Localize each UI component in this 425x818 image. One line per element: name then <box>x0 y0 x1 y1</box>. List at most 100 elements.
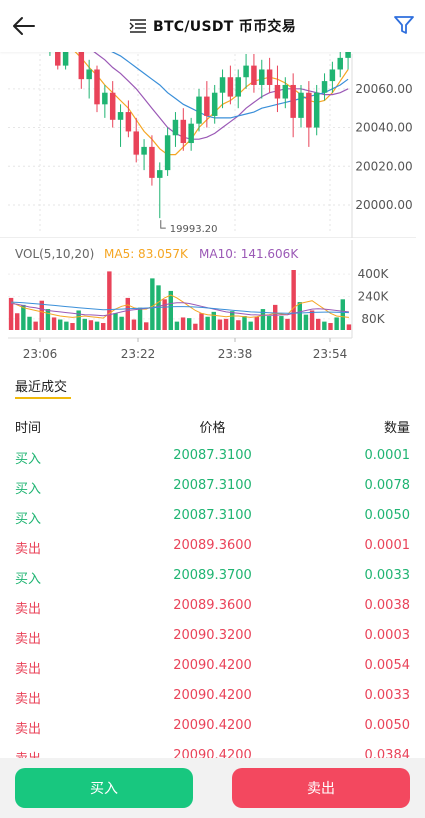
recent-trades-tab[interactable]: 最近成交 <box>15 376 67 395</box>
volume-bar <box>248 321 253 330</box>
volume-bar <box>70 323 75 330</box>
table-row: 卖出 20089.3600 0.0038 <box>0 590 425 620</box>
volume-bar <box>316 318 321 330</box>
trade-qty: 0.0050 <box>364 508 411 523</box>
volume-axis-label: 400K <box>358 267 390 281</box>
time-axis-label: 23:22 <box>121 347 156 361</box>
volume-bar <box>51 317 57 330</box>
volume-bar <box>254 316 259 330</box>
table-row: 卖出 20090.4200 0.0054 <box>0 650 425 680</box>
volume-bar <box>205 316 210 330</box>
volume-legend-ma5: MA5: 83.057K <box>104 247 189 261</box>
volume-bar <box>45 309 51 330</box>
trades-list[interactable]: 买入 20087.3100 0.0001 买入 20087.3100 0.0078 买入 20… <box>0 440 425 758</box>
volume-bar <box>33 321 38 330</box>
page-title: BTC/USDT 币币交易 <box>152 19 296 35</box>
volume-bar <box>223 318 229 330</box>
volume-bar <box>279 316 284 330</box>
volume-bar <box>168 290 173 330</box>
trade-qty: 0.0050 <box>364 718 411 733</box>
trade-qty: 0.0384 <box>364 748 411 758</box>
volume-bar <box>21 304 26 330</box>
time-axis-label: 23:54 <box>313 347 348 361</box>
column-header-price: 价格 <box>199 421 226 436</box>
volume-bar <box>27 316 32 330</box>
trade-price: 20090.4200 <box>173 658 252 673</box>
trade-price: 20087.3100 <box>173 508 252 523</box>
trade-qty: 0.0033 <box>364 568 411 583</box>
volume-bar <box>113 313 118 330</box>
sell-button[interactable]: 卖出 <box>232 768 410 808</box>
trade-qty: 0.0038 <box>364 598 411 613</box>
volume-bar <box>187 318 192 330</box>
tab-indicator <box>15 397 71 399</box>
trade-price: 20090.3200 <box>173 628 252 643</box>
volume-axis-label: 80K <box>361 312 385 326</box>
arrow-left-icon[interactable] <box>10 12 38 40</box>
table-row: 卖出 20090.3200 0.0003 <box>0 620 425 650</box>
volume-bar <box>334 317 339 330</box>
volume-bar <box>15 313 20 330</box>
volume-axis-label: 240K <box>358 290 390 304</box>
table-row: 卖出 20089.3600 0.0001 <box>0 530 425 560</box>
volume-bar <box>297 302 302 330</box>
trade-price: 20090.4200 <box>173 688 252 703</box>
trade-qty: 0.0054 <box>364 658 411 673</box>
volume-bar <box>125 297 130 330</box>
trade-price: 20090.4200 <box>173 748 252 758</box>
volume-bar <box>58 319 63 330</box>
volume-bar <box>119 316 124 330</box>
volume-bar <box>150 278 155 330</box>
volume-bar <box>291 270 296 330</box>
table-row: 买入 20089.3700 0.0033 <box>0 560 425 590</box>
volume-bar <box>199 313 204 330</box>
kline-chart[interactable]: 20060.00 20040.00 20020.00 20000.00 19993.20… <box>0 0 425 365</box>
time-axis-label: 23:38 <box>218 347 253 361</box>
column-header-qty: 数量 <box>383 421 410 436</box>
filter-icon[interactable] <box>393 14 415 36</box>
volume-bar <box>107 271 112 330</box>
trade-price: 20089.3600 <box>173 538 252 553</box>
volume-bar <box>193 323 198 330</box>
table-row: 买入 20087.3100 0.0001 <box>0 440 425 470</box>
volume-bar <box>236 320 241 330</box>
trade-price: 20089.3700 <box>173 568 252 583</box>
volume-bar <box>273 304 278 330</box>
volume-bar <box>340 299 345 330</box>
volume-chart[interactable]: 400K 240K 80K VOL(5,10,20) MA5: 83.057K MA10:… <box>0 0 425 365</box>
volume-bar <box>328 323 333 330</box>
volume-bar <box>39 300 44 330</box>
title-group[interactable]: BTC/USDT 币币交易 <box>129 16 296 36</box>
buy-button[interactable]: 买入 <box>15 768 193 808</box>
volume-bar <box>162 299 167 330</box>
trade-qty: 0.0001 <box>364 448 411 463</box>
table-row: 买入 20087.3100 0.0050 <box>0 500 425 530</box>
table-row: 卖出 20090.4200 0.0050 <box>0 710 425 740</box>
volume-bar <box>64 321 69 330</box>
trade-qty: 0.0078 <box>364 478 411 493</box>
table-row: 卖出20090.42000.0384 <box>0 740 425 758</box>
volume-bar <box>309 310 315 330</box>
trade-price: 20087.3100 <box>173 478 252 493</box>
volume-bar <box>101 323 106 330</box>
volume-bar <box>82 318 87 330</box>
volume-bar <box>94 321 100 330</box>
volume-bar <box>180 317 186 330</box>
volume-bar <box>266 316 272 330</box>
volume-bar <box>303 314 309 330</box>
volume-bar <box>217 319 223 330</box>
table-row: 卖出 20090.4200 0.0033 <box>0 680 425 710</box>
volume-bar <box>346 324 352 330</box>
volume-bar <box>242 316 247 330</box>
volume-bar <box>131 319 137 330</box>
volume-bar <box>88 320 94 330</box>
time-axis-label: 23:06 <box>23 347 58 361</box>
volume-bar <box>230 311 235 330</box>
trade-qty: 0.0033 <box>364 688 411 703</box>
trade-price: 20089.3600 <box>173 598 252 613</box>
trade-qty: 0.0001 <box>364 538 411 553</box>
volume-bar <box>322 321 327 330</box>
header-bar: BTC/USDT 币币交易 <box>0 0 425 52</box>
trade-price: 20090.4200 <box>173 718 252 733</box>
volume-legend-vol: VOL(5,10,20) <box>15 247 94 261</box>
